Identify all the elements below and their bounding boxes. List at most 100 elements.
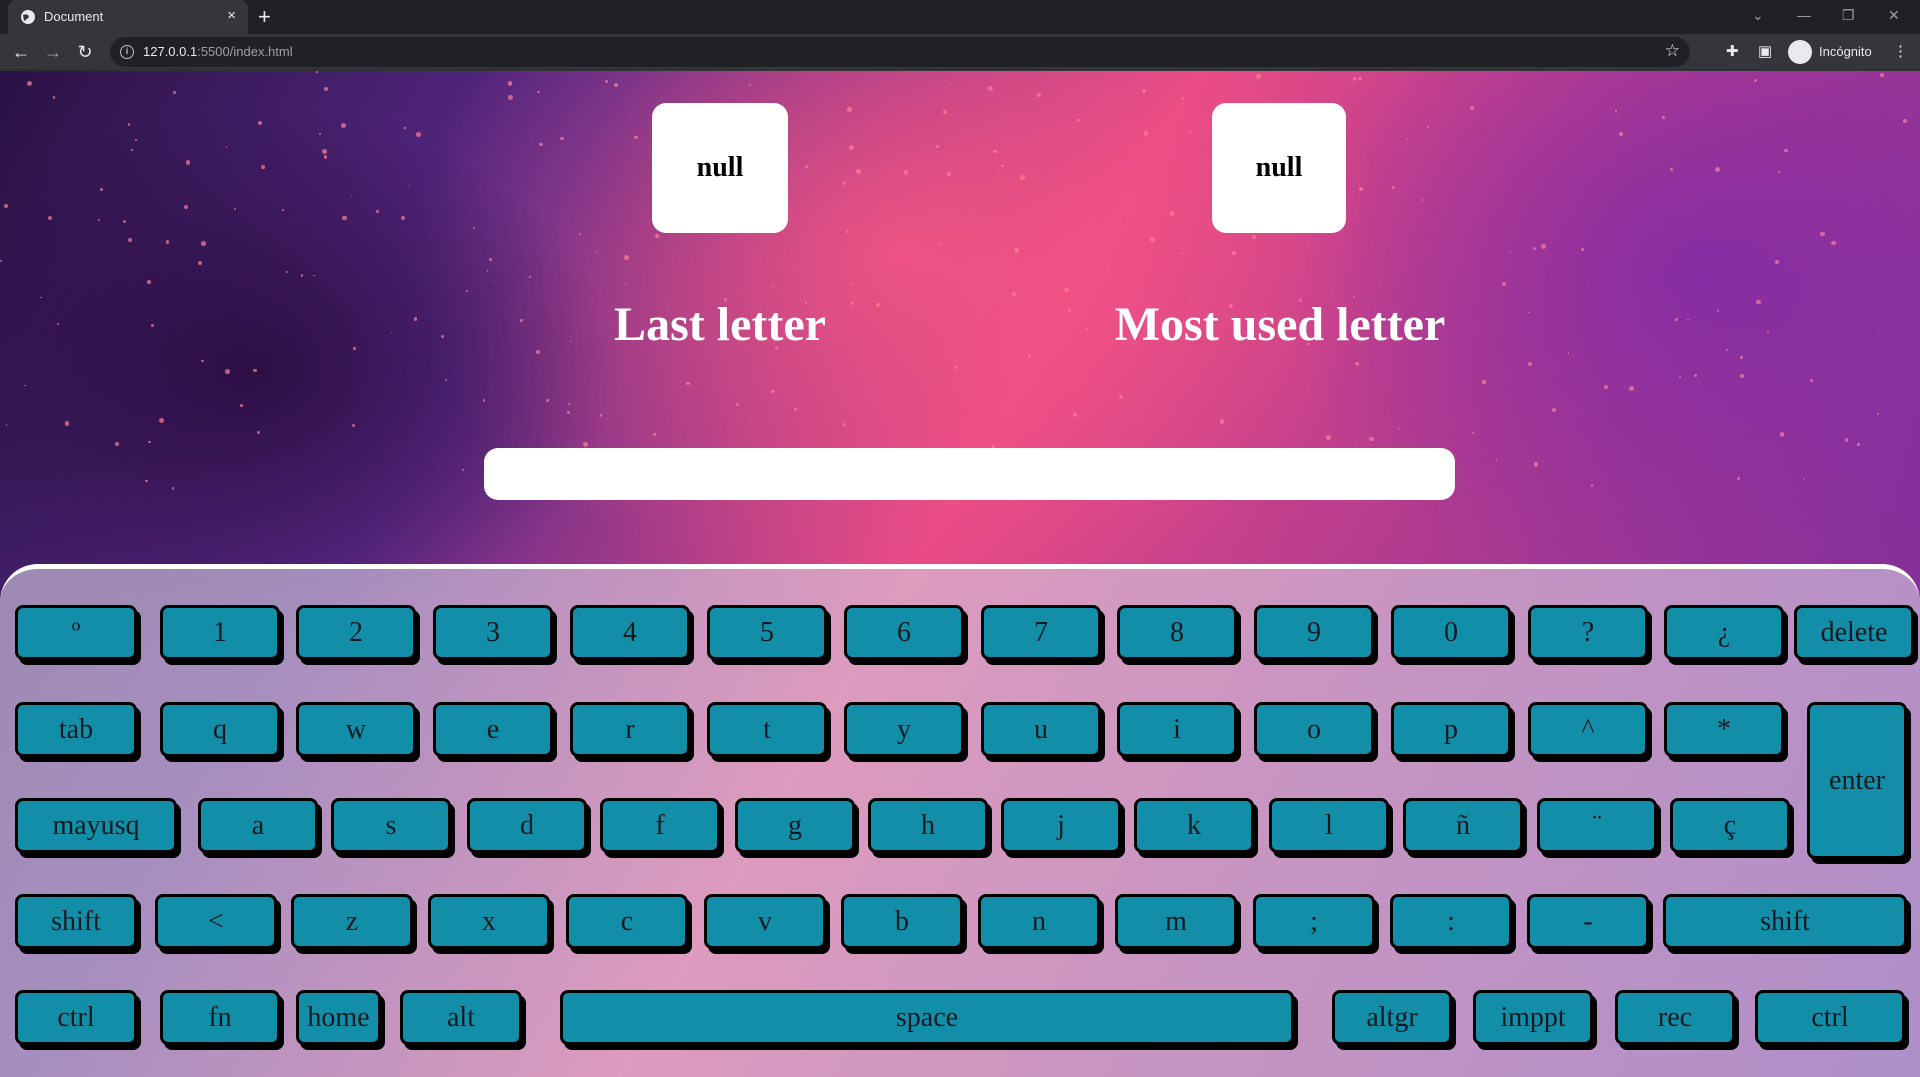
reload-icon[interactable]: ↻ [74,41,96,63]
key-a[interactable]: a [198,798,318,853]
key-sym3-11[interactable]: - [1527,894,1649,949]
key-p[interactable]: p [1391,702,1511,757]
paint-speck [1678,375,1682,379]
key-imppt[interactable]: imppt [1473,990,1593,1045]
key-8[interactable]: 8 [1117,605,1237,660]
paint-speck [935,145,939,149]
key-h[interactable]: h [868,798,988,853]
bookmark-star-icon[interactable]: ☆ [1665,41,1680,61]
key-home[interactable]: home [296,990,381,1045]
key-sym0-0[interactable]: º [15,605,137,660]
key-6[interactable]: 6 [844,605,964,660]
key-u[interactable]: u [981,702,1101,757]
paint-speck [1856,443,1860,446]
key-sym2-12[interactable]: ç [1670,798,1790,853]
key-0[interactable]: 0 [1391,605,1511,660]
key-5[interactable]: 5 [707,605,827,660]
key-k[interactable]: k [1134,798,1254,853]
key-sym3-9[interactable]: ; [1253,894,1375,949]
info-icon[interactable]: i [120,45,134,59]
side-panel-icon[interactable]: ▣ [1758,42,1772,62]
key-sym3-1[interactable]: < [155,894,277,949]
key-g[interactable]: g [735,798,855,853]
key-sym2-10[interactable]: ñ [1403,798,1523,853]
close-window-button[interactable]: ✕ [1888,5,1900,25]
key-r[interactable]: r [570,702,690,757]
paint-speck [1150,237,1156,242]
minimize-button[interactable]: — [1797,5,1811,25]
key-x[interactable]: x [428,894,550,949]
key-space[interactable]: space [560,990,1294,1045]
profile-label[interactable]: Incógnito [1819,44,1872,59]
key-v[interactable]: v [704,894,826,949]
key-s[interactable]: s [331,798,451,853]
paint-speck [1181,97,1184,100]
tab-search-icon[interactable]: ⌄ [1752,5,1764,25]
key-fn[interactable]: fn [160,990,280,1045]
key-b[interactable]: b [841,894,963,949]
paint-speck [1775,259,1780,264]
key-sym3-10[interactable]: : [1390,894,1512,949]
tab-close-button[interactable]: × [227,7,236,25]
key-c[interactable]: c [566,894,688,949]
browser-tab[interactable]: Document × [8,0,248,34]
key-shift-2[interactable]: shift [1663,894,1907,949]
key-o[interactable]: o [1254,702,1374,757]
key-2[interactable]: 2 [296,605,416,660]
key-z[interactable]: z [291,894,413,949]
key-1[interactable]: 1 [160,605,280,660]
paint-speck [159,417,165,423]
kebab-menu-icon[interactable]: ⋮ [1893,42,1908,62]
key-delete[interactable]: delete [1794,605,1914,660]
key-enter[interactable]: enter [1807,702,1907,859]
key-rec[interactable]: rec [1615,990,1735,1045]
paint-speck [201,241,206,246]
key-j[interactable]: j [1001,798,1121,853]
key-t[interactable]: t [707,702,827,757]
paint-speck [708,267,710,269]
key-d[interactable]: d [467,798,587,853]
key-sym0-11[interactable]: ? [1528,605,1648,660]
key-mayusq[interactable]: mayusq [15,798,177,853]
incognito-avatar-icon[interactable] [1788,40,1812,64]
new-tab-button[interactable]: + [258,4,271,30]
key-altgr[interactable]: altgr [1332,990,1452,1045]
key-ctrl-2[interactable]: ctrl [1755,990,1905,1045]
key-f[interactable]: f [600,798,720,853]
paint-speck [1482,380,1487,385]
typing-input[interactable] [484,448,1455,500]
paint-speck [805,165,809,169]
paint-speck [847,107,852,112]
key-sym1-11[interactable]: ^ [1528,702,1648,757]
key-alt[interactable]: alt [400,990,522,1045]
key-9[interactable]: 9 [1254,605,1374,660]
key-4[interactable]: 4 [570,605,690,660]
key-sym1-12[interactable]: * [1664,702,1784,757]
paint-speck [123,220,126,224]
paint-speck [1903,119,1908,124]
key-n[interactable]: n [978,894,1100,949]
paint-speck [27,80,33,86]
key-tab[interactable]: tab [15,702,137,757]
key-w[interactable]: w [296,702,416,757]
address-bar[interactable]: i 127.0.0.1:5500/index.html ☆ [110,37,1690,67]
key-q[interactable]: q [160,702,280,757]
paint-speck [1326,435,1332,440]
key-shift[interactable]: shift [15,894,137,949]
forward-arrow-icon[interactable]: → [42,41,64,63]
key-ctrl[interactable]: ctrl [15,990,137,1045]
key-m[interactable]: m [1115,894,1237,949]
key-7[interactable]: 7 [981,605,1101,660]
paint-speck [621,221,623,223]
restore-button[interactable]: ❐ [1842,5,1855,25]
key-sym0-12[interactable]: ¿ [1664,605,1784,660]
key-e[interactable]: e [433,702,553,757]
extensions-puzzle-icon[interactable]: ✚ [1726,42,1739,62]
key-y[interactable]: y [844,702,964,757]
back-arrow-icon[interactable]: ← [10,41,32,63]
key-i[interactable]: i [1117,702,1237,757]
paint-speck [1716,309,1720,313]
key-3[interactable]: 3 [433,605,553,660]
key-l[interactable]: l [1269,798,1389,853]
key-sym2-11[interactable]: ¨ [1537,798,1657,853]
